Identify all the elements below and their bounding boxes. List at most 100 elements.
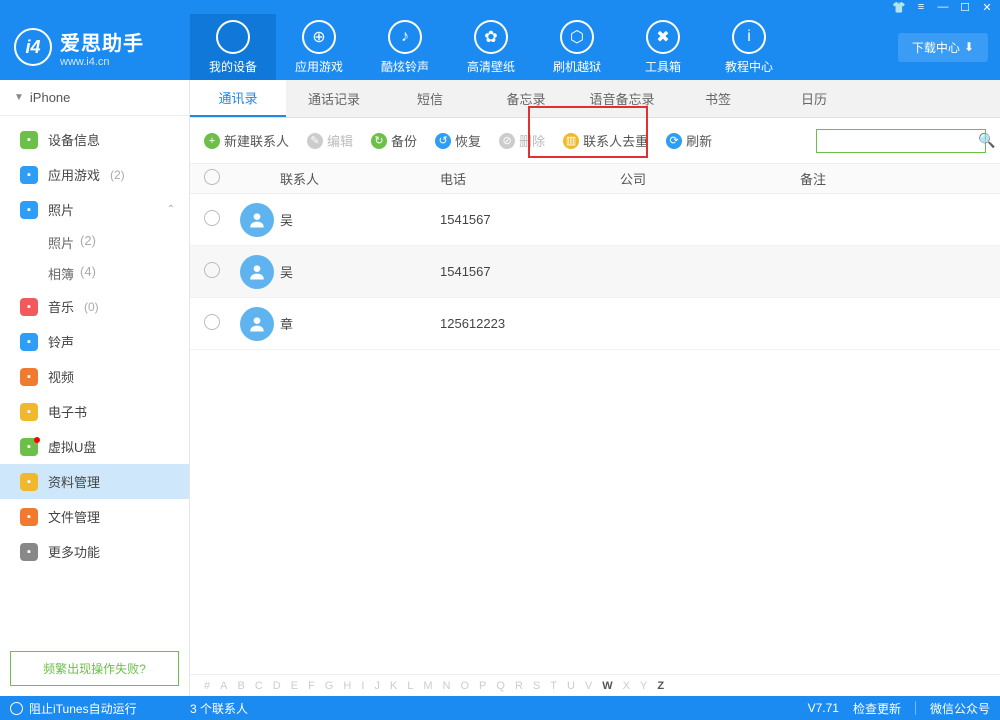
logo: i4 爱思助手 www.i4.cn (0, 27, 190, 68)
download-center-button[interactable]: 下载中心 ⬇ (898, 33, 988, 62)
alpha-W[interactable]: W (602, 680, 612, 692)
dedup-button[interactable]: ▥联系人去重 (563, 131, 648, 150)
sidebar-icon: ▪ (20, 131, 38, 149)
sidebar-item-4[interactable]: ▪铃声 (0, 324, 189, 359)
avatar-icon (240, 203, 274, 237)
col-phone[interactable]: 电话 (440, 169, 620, 188)
tshirt-icon[interactable]: 👕 (892, 0, 906, 14)
device-selector[interactable]: ▼ iPhone (0, 80, 189, 116)
alpha-V[interactable]: V (585, 680, 592, 692)
contact-row[interactable]: 吴1541567 (190, 246, 1000, 298)
alpha-F[interactable]: F (308, 680, 315, 692)
alpha-M[interactable]: M (423, 680, 432, 692)
subtab-3[interactable]: 备忘录 (478, 80, 574, 117)
col-note[interactable]: 备注 (800, 169, 1000, 188)
wechat-link[interactable]: 微信公众号 (930, 700, 990, 717)
status-bar: 阻止iTunes自动运行 3 个联系人 V7.71 检查更新 微信公众号 (0, 696, 1000, 720)
help-link[interactable]: 频繁出现操作失败? (10, 651, 179, 686)
alpha-Z[interactable]: Z (657, 680, 664, 692)
minimize-icon[interactable]: — (936, 0, 950, 14)
sidebar-icon: ▪ (20, 298, 38, 316)
alpha-G[interactable]: G (325, 680, 334, 692)
search-input[interactable] (823, 134, 978, 148)
subtab-4[interactable]: 语音备忘录 (574, 80, 670, 117)
nav-tab-5[interactable]: ✖工具箱 (620, 14, 706, 80)
nav-tab-1[interactable]: ⊕应用游戏 (276, 14, 362, 80)
nav-tab-4[interactable]: ⬡刷机越狱 (534, 14, 620, 80)
alpha-L[interactable]: L (407, 680, 413, 692)
alpha-N[interactable]: N (443, 680, 451, 692)
alpha-H[interactable]: H (343, 680, 351, 692)
edit-button[interactable]: ✎编辑 (307, 131, 353, 150)
nav-tab-3[interactable]: ✿高清壁纸 (448, 14, 534, 80)
sidebar-subitem[interactable]: 照片(2) (0, 227, 189, 258)
sidebar-item-3[interactable]: ▪音乐(0) (0, 289, 189, 324)
subtab-6[interactable]: 日历 (766, 80, 862, 117)
alpha-J[interactable]: J (374, 680, 380, 692)
alpha-D[interactable]: D (273, 680, 281, 692)
alpha-A[interactable]: A (220, 680, 227, 692)
alpha-P[interactable]: P (479, 680, 486, 692)
nav-icon: ⊕ (302, 20, 336, 54)
alpha-I[interactable]: I (361, 680, 364, 692)
refresh-button[interactable]: ⟳刷新 (666, 131, 712, 150)
sidebar-item-6[interactable]: ▪电子书 (0, 394, 189, 429)
alpha-T[interactable]: T (550, 680, 557, 692)
sidebar: ▼ iPhone ▪设备信息▪应用游戏(2)▪照片⌃照片(2)相簿(4)▪音乐(… (0, 80, 190, 696)
alpha-B[interactable]: B (237, 680, 244, 692)
alpha-S[interactable]: S (533, 680, 540, 692)
header: i4 爱思助手 www.i4.cn 我的设备⊕应用游戏♪酷炫铃声✿高清壁纸⬡刷机… (0, 14, 1000, 80)
nav-tab-6[interactable]: i教程中心 (706, 14, 792, 80)
toolbar: +新建联系人 ✎编辑 ↻备份 ↺恢复 ⊘删除 ▥联系人去重 ⟳刷新 🔍 (190, 118, 1000, 164)
sidebar-item-0[interactable]: ▪设备信息 (0, 122, 189, 157)
sidebar-item-2[interactable]: ▪照片⌃ (0, 192, 189, 227)
contact-row[interactable]: 章125612223 (190, 298, 1000, 350)
contact-row[interactable]: 吴1541567 (190, 194, 1000, 246)
col-company[interactable]: 公司 (620, 169, 800, 188)
menu-icon[interactable]: ≡ (914, 0, 928, 14)
row-checkbox[interactable] (204, 210, 220, 226)
contact-name: 吴 (280, 210, 440, 229)
delete-button[interactable]: ⊘删除 (499, 131, 545, 150)
alpha-Y[interactable]: Y (640, 680, 647, 692)
subtab-0[interactable]: 通讯录 (190, 80, 286, 117)
close-icon[interactable]: ✕ (980, 0, 994, 14)
nav-tab-0[interactable]: 我的设备 (190, 14, 276, 80)
alpha-#[interactable]: # (204, 680, 210, 692)
contact-name: 吴 (280, 262, 440, 281)
sidebar-item-7[interactable]: ▪虚拟U盘 (0, 429, 189, 464)
alpha-R[interactable]: R (515, 680, 523, 692)
subtab-1[interactable]: 通话记录 (286, 80, 382, 117)
row-checkbox[interactable] (204, 314, 220, 330)
alpha-K[interactable]: K (390, 680, 397, 692)
backup-button[interactable]: ↻备份 (371, 131, 417, 150)
alpha-Q[interactable]: Q (496, 680, 505, 692)
sidebar-item-9[interactable]: ▪文件管理 (0, 499, 189, 534)
check-update-link[interactable]: 检查更新 (853, 700, 901, 717)
sidebar-item-1[interactable]: ▪应用游戏(2) (0, 157, 189, 192)
new-contact-button[interactable]: +新建联系人 (204, 131, 289, 150)
col-name[interactable]: 联系人 (280, 169, 440, 188)
select-all-checkbox[interactable] (204, 169, 220, 185)
alpha-O[interactable]: O (460, 680, 469, 692)
itunes-block-toggle[interactable]: 阻止iTunes自动运行 (10, 700, 190, 717)
sidebar-item-5[interactable]: ▪视频 (0, 359, 189, 394)
sidebar-item-10[interactable]: ▪更多功能 (0, 534, 189, 569)
nav-icon (216, 20, 250, 54)
app-url: www.i4.cn (60, 56, 144, 68)
restore-button[interactable]: ↺恢复 (435, 131, 481, 150)
sidebar-subitem[interactable]: 相簿(4) (0, 258, 189, 289)
maximize-icon[interactable]: ☐ (958, 0, 972, 14)
alpha-U[interactable]: U (567, 680, 575, 692)
alpha-X[interactable]: X (623, 680, 630, 692)
sidebar-icon: ▪ (20, 473, 38, 491)
alpha-C[interactable]: C (255, 680, 263, 692)
sidebar-item-8[interactable]: ▪资料管理 (0, 464, 189, 499)
search-box[interactable]: 🔍 (816, 129, 986, 153)
row-checkbox[interactable] (204, 262, 220, 278)
table-header: 联系人 电话 公司 备注 (190, 164, 1000, 194)
subtab-2[interactable]: 短信 (382, 80, 478, 117)
subtab-5[interactable]: 书签 (670, 80, 766, 117)
nav-tab-2[interactable]: ♪酷炫铃声 (362, 14, 448, 80)
alpha-E[interactable]: E (291, 680, 298, 692)
